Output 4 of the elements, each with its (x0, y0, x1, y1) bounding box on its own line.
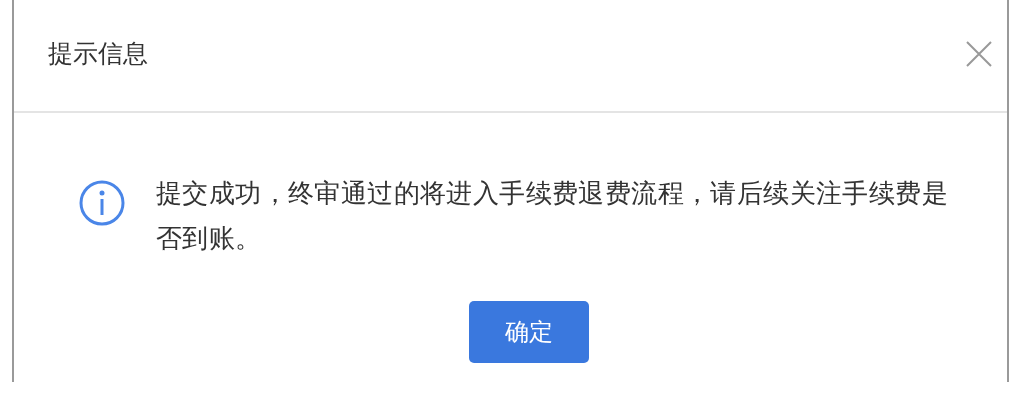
dialog-title: 提示信息 (48, 38, 148, 70)
message-text: 提交成功，终审通过的将进入手续费退费流程，请后续关注手续费是否到账。 (156, 177, 949, 255)
info-icon (78, 179, 126, 227)
confirm-button[interactable]: 确定 (468, 301, 589, 363)
